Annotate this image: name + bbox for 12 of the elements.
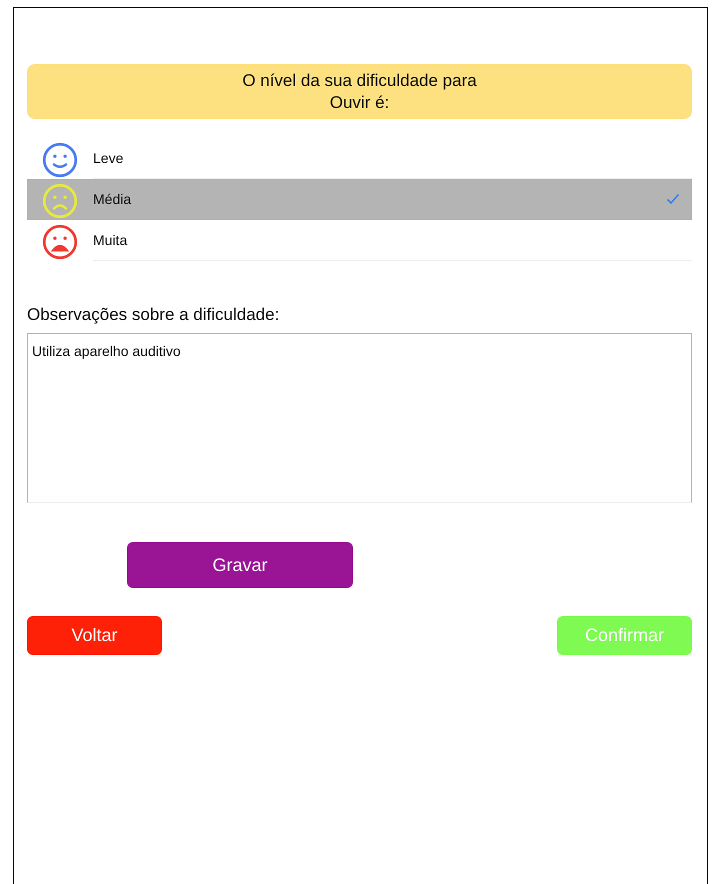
save-button[interactable]: Gravar <box>127 542 353 588</box>
notes-label: Observações sobre a dificuldade: <box>27 305 280 325</box>
option-label: Leve <box>93 150 124 166</box>
back-button[interactable]: Voltar <box>27 616 162 655</box>
option-row[interactable]: Média <box>27 179 692 220</box>
checkmark-icon <box>666 193 680 205</box>
option-row[interactable]: Muita <box>27 220 692 261</box>
notes-field[interactable]: Utiliza aparelho auditivo <box>27 333 692 503</box>
option-label: Média <box>93 191 132 207</box>
heading-text: Ouvir é: <box>330 92 390 114</box>
heading-text: O nível da sua dificuldade para <box>242 70 477 92</box>
option-label: Muita <box>93 232 128 248</box>
